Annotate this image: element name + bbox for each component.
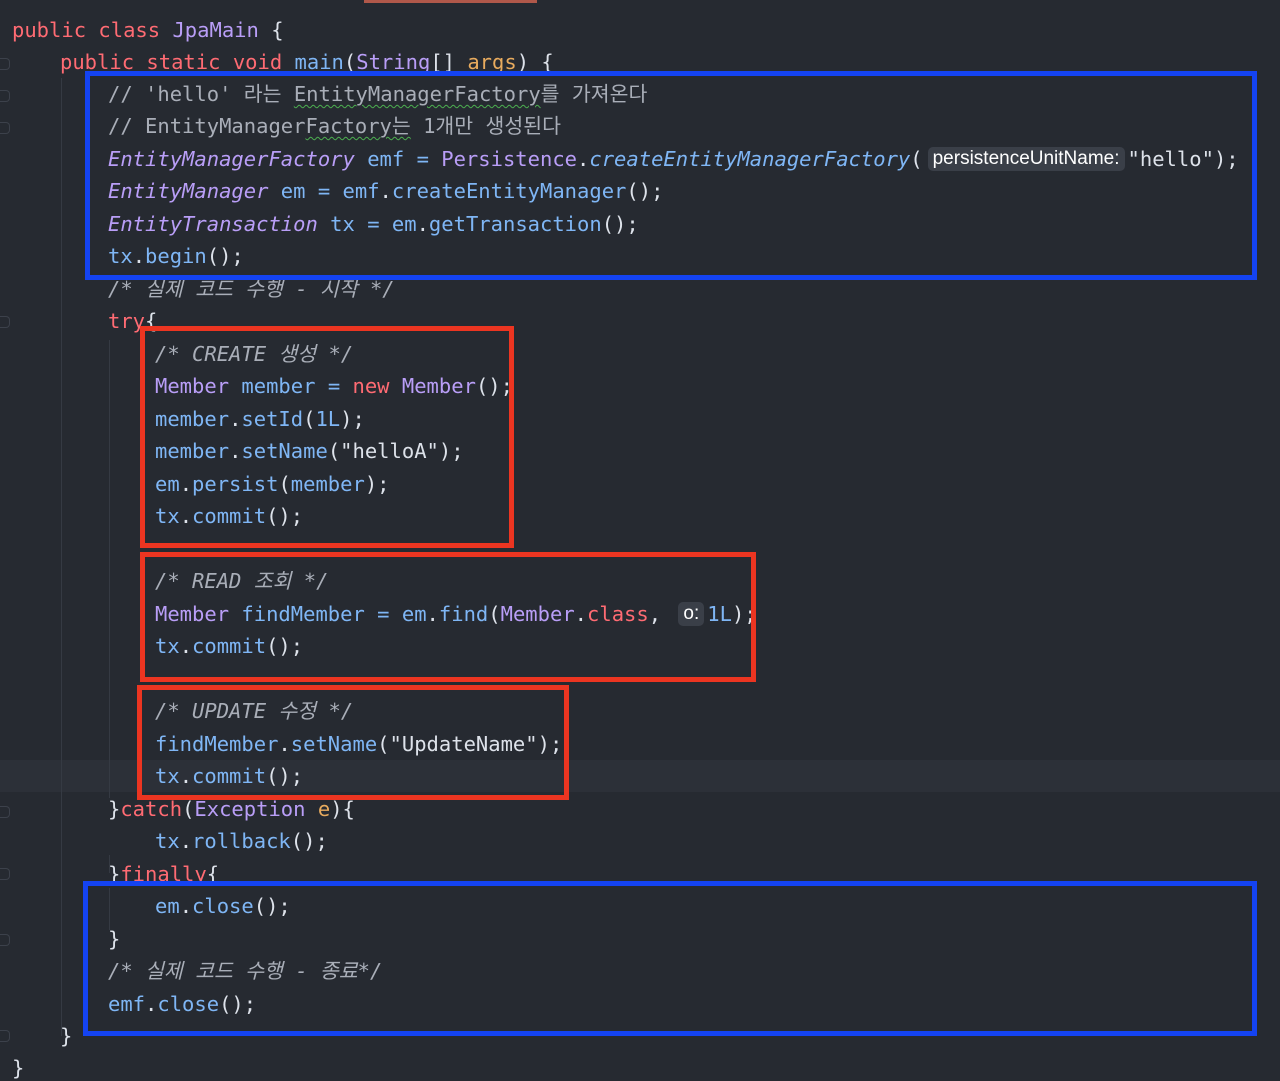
fold-marker-icon[interactable] (0, 90, 10, 102)
brace: } (12, 1056, 25, 1080)
brace: { (271, 18, 284, 42)
fold-marker-icon[interactable] (0, 868, 10, 880)
code-line-class-declaration[interactable]: public class JpaMain { (12, 14, 284, 46)
keyword: public (12, 18, 87, 42)
code-line-rollback[interactable]: tx.rollback(); (155, 825, 328, 857)
fold-marker-icon[interactable] (0, 58, 10, 70)
statement-end: (); (290, 829, 328, 853)
fold-marker-icon[interactable] (0, 806, 10, 818)
parameter-name: e (317, 797, 331, 821)
highlight-box-read (140, 552, 756, 682)
highlight-box-update (137, 685, 569, 800)
highlight-box-create (140, 326, 514, 548)
keyword: class (98, 18, 161, 42)
fold-marker-icon[interactable] (0, 122, 10, 134)
class-name: JpaMain (172, 18, 259, 42)
dot: . (179, 829, 193, 853)
fold-marker-icon[interactable] (0, 1030, 10, 1042)
comment-text: /* 실제 코드 수행 - 시작 */ (108, 277, 395, 301)
variable-name: tx (155, 829, 180, 853)
indent-guide (109, 340, 110, 798)
active-tab-indicator (364, 0, 537, 3)
brace: } (60, 1024, 73, 1048)
code-line-close-brace[interactable]: } (12, 1052, 24, 1081)
fold-marker-icon[interactable] (0, 316, 10, 328)
code-line-close-brace[interactable]: } (60, 1020, 72, 1052)
indent-guide (61, 78, 62, 1036)
paren: ( (182, 797, 195, 821)
fold-marker-icon[interactable] (0, 934, 10, 946)
type-name: Exception (194, 797, 306, 821)
method-name: rollback (192, 829, 291, 853)
brace: ){ (330, 797, 355, 821)
brace: } (108, 797, 121, 821)
highlight-box-setup (85, 71, 1257, 280)
code-editor[interactable]: public class JpaMain { public static voi… (0, 0, 1280, 1081)
keyword: catch (120, 797, 183, 821)
highlight-box-cleanup (83, 881, 1257, 1036)
